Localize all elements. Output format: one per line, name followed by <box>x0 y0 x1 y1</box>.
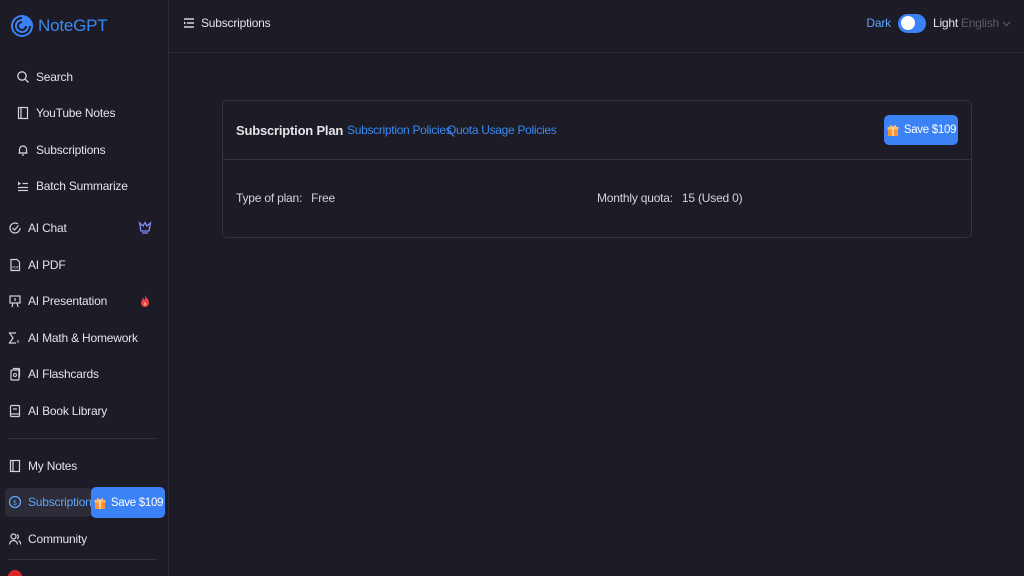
sidebar: NoteGPT Search YouTube Notes Subscriptio… <box>0 0 169 576</box>
sidebar-item-ai-flashcards[interactable]: AI Flashcards <box>8 360 158 388</box>
chevron-down-icon <box>1002 21 1011 26</box>
save-button[interactable]: Save $109 <box>884 115 958 145</box>
sidebar-item-label: Subscriptions <box>28 495 98 509</box>
sidebar-item-subscriptions-sub[interactable]: Subscriptions <box>16 136 166 164</box>
book-icon <box>8 404 22 418</box>
subscription-policies-link[interactable]: Subscription Policies <box>347 123 452 137</box>
svg-text:x: x <box>17 339 20 345</box>
sidebar-item-label: YouTube Notes <box>36 106 116 120</box>
sidebar-item-label: AI Flashcards <box>28 367 99 381</box>
sidebar-item-label: AI Book Library <box>28 404 108 418</box>
sidebar-item-community[interactable]: Community <box>8 525 158 553</box>
monthly-quota-row: Monthly quota: 15 (Used 0) <box>597 191 743 205</box>
list-play-icon <box>16 179 30 193</box>
sidebar-item-ai-presentation[interactable]: AI Presentation <box>8 287 158 315</box>
theme-dark-label[interactable]: Dark <box>866 16 891 30</box>
language-select[interactable]: English <box>961 16 1011 30</box>
sidebar-item-label: AI Chat <box>28 221 67 235</box>
bell-icon <box>16 143 30 157</box>
sidebar-item-label: AI PDF <box>28 258 66 272</box>
sidebar-divider <box>8 559 157 560</box>
logo[interactable]: NoteGPT <box>10 10 108 42</box>
dollar-circle-icon: $ <box>8 495 22 509</box>
card-header: Subscription Plan Subscription Policies … <box>223 101 971 160</box>
crown-badge-icon <box>138 221 152 234</box>
flashcards-icon <box>8 367 22 381</box>
sidebar-item-search[interactable]: Search <box>16 63 166 91</box>
presentation-icon <box>8 294 22 308</box>
gift-icon <box>887 125 899 136</box>
fire-badge-icon <box>141 295 149 307</box>
sidebar-divider <box>8 438 157 439</box>
notegpt-logo-icon <box>11 15 33 37</box>
sidebar-save-button[interactable]: Save $109 <box>91 487 165 518</box>
sidebar-item-label: Subscriptions <box>36 143 106 157</box>
users-icon <box>8 532 22 546</box>
sidebar-item-ai-math[interactable]: x AI Math & Homework <box>8 324 158 352</box>
sidebar-item-youtube-notes[interactable]: YouTube Notes <box>16 99 166 127</box>
avatar[interactable] <box>8 570 22 576</box>
app-root: NoteGPT Search YouTube Notes Subscriptio… <box>0 0 1024 576</box>
search-icon <box>16 70 30 84</box>
theme-light-label[interactable]: Light <box>933 16 958 30</box>
sidebar-item-subscriptions[interactable]: $ Subscriptions <box>8 488 98 516</box>
sidebar-item-batch-summarize[interactable]: Batch Summarize <box>16 172 166 200</box>
sidebar-item-ai-chat[interactable]: AI Chat <box>8 214 158 242</box>
svg-text:$: $ <box>13 499 17 507</box>
plan-type-row: Type of plan: Free <box>236 191 335 205</box>
pdf-icon: PDF <box>8 258 22 272</box>
monthly-quota-label: Monthly quota: <box>597 191 673 205</box>
subscription-card: Subscription Plan Subscription Policies … <box>222 100 972 238</box>
quota-usage-policies-link[interactable]: Quota Usage Policies <box>447 123 557 137</box>
theme-toggle[interactable] <box>897 13 926 33</box>
sigma-icon: x <box>8 331 22 345</box>
sidebar-item-label: Community <box>28 532 87 546</box>
save-label: Save $109 <box>903 124 957 136</box>
menu-collapse-icon[interactable] <box>183 17 195 29</box>
monthly-quota-value: 15 (Used 0) <box>681 191 743 205</box>
chat-icon <box>8 221 22 235</box>
sidebar-item-label: Search <box>36 70 73 84</box>
top-header: Subscriptions Dark Light English <box>169 0 1024 53</box>
plan-type-label: Type of plan: <box>236 191 303 205</box>
notebook-icon <box>16 106 30 120</box>
sidebar-item-label: AI Math & Homework <box>28 331 138 345</box>
sidebar-item-label: Batch Summarize <box>36 179 128 193</box>
sidebar-item-ai-pdf[interactable]: PDF AI PDF <box>8 251 158 279</box>
sidebar-item-ai-book-library[interactable]: AI Book Library <box>8 397 158 425</box>
gift-icon <box>94 497 106 509</box>
sidebar-item-my-notes[interactable]: My Notes <box>8 452 158 480</box>
sidebar-item-label: AI Presentation <box>28 294 108 308</box>
app-name: NoteGPT <box>38 16 108 35</box>
plan-type-value: Free <box>311 191 335 205</box>
page-title: Subscriptions <box>201 16 271 30</box>
language-label: English <box>961 16 999 30</box>
card-title: Subscription Plan <box>236 123 344 138</box>
notebook-icon <box>8 459 22 473</box>
sidebar-item-label: My Notes <box>28 459 78 473</box>
toggle-knob <box>900 16 915 30</box>
svg-text:PDF: PDF <box>12 266 19 270</box>
save-label: Save $109 <box>110 496 164 509</box>
theme-switch: Dark Light <box>866 13 958 33</box>
